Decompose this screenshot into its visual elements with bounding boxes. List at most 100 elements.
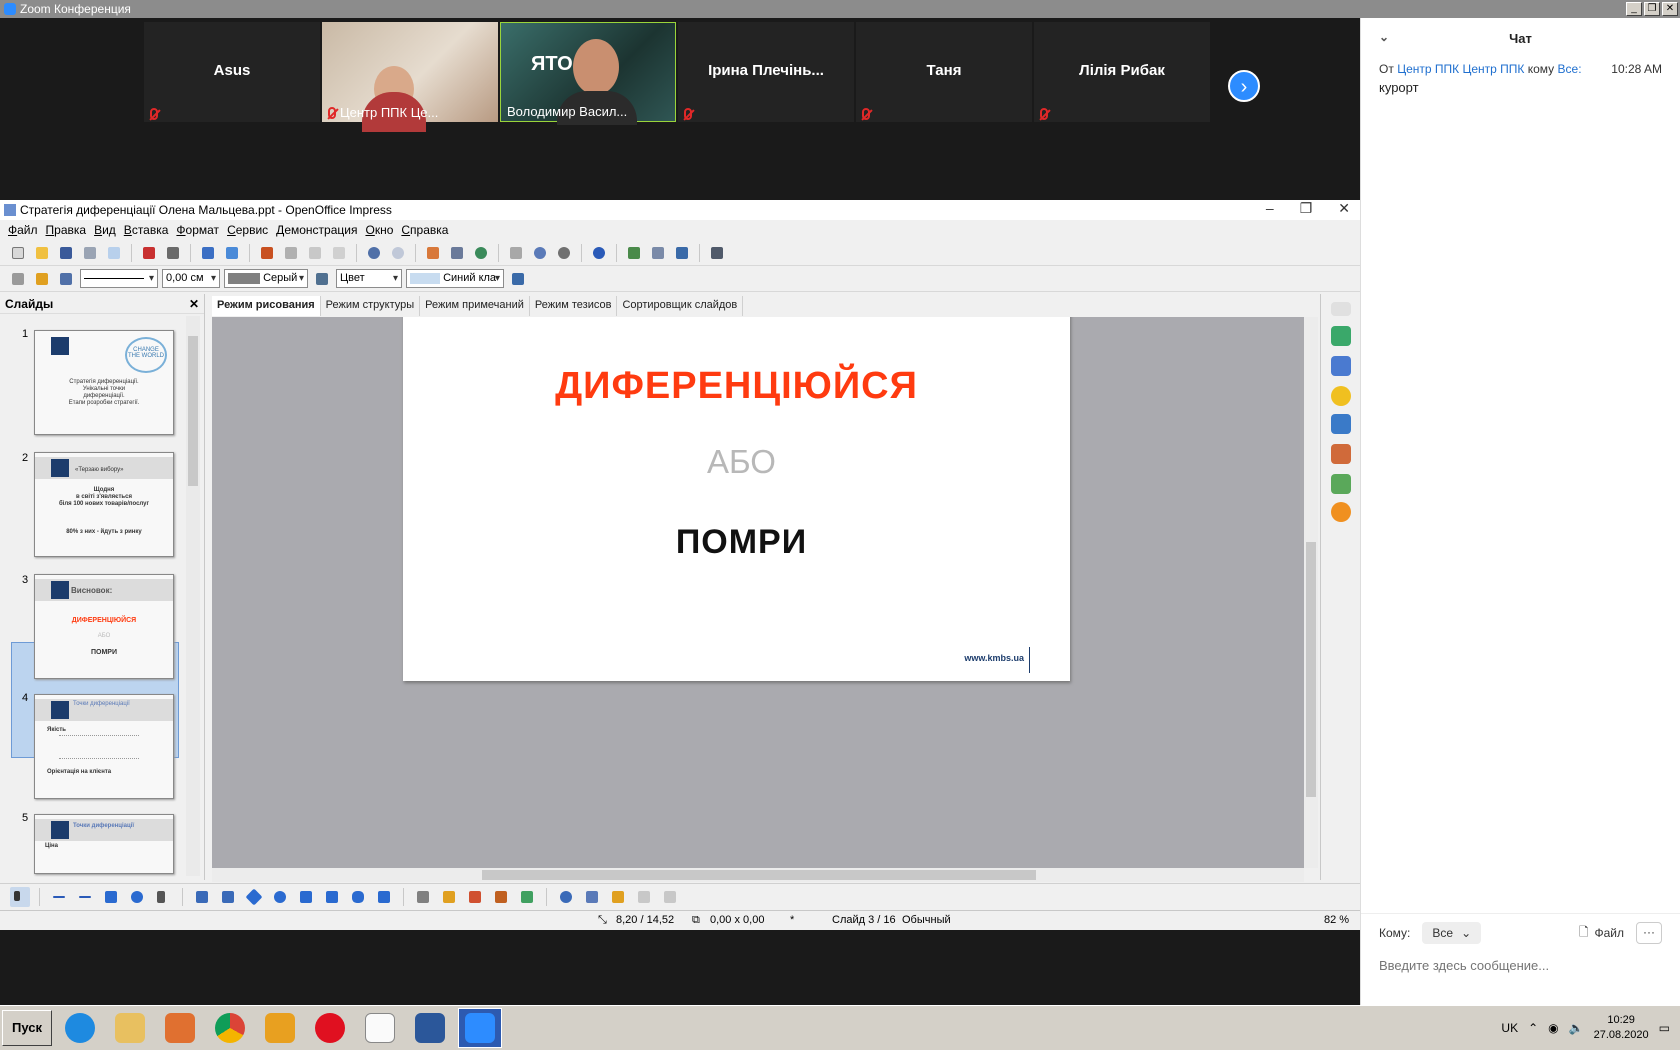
cut-icon[interactable] bbox=[257, 243, 277, 263]
extrusion-icon[interactable] bbox=[634, 887, 654, 907]
rectangle-icon[interactable] bbox=[101, 887, 121, 907]
message-recipient[interactable]: Все: bbox=[1558, 62, 1582, 76]
interaction-icon[interactable] bbox=[660, 887, 680, 907]
file-explorer-icon[interactable] bbox=[108, 1008, 152, 1048]
minimize-icon[interactable]: _ bbox=[1626, 2, 1642, 16]
document-icon[interactable] bbox=[358, 1008, 402, 1048]
scrollbar-thumb[interactable] bbox=[1306, 542, 1316, 797]
close-icon[interactable]: ✕ bbox=[1338, 200, 1350, 217]
line-style-select[interactable] bbox=[80, 269, 158, 288]
chrome-icon[interactable] bbox=[208, 1008, 252, 1048]
area-icon[interactable] bbox=[312, 269, 332, 289]
chevron-down-icon[interactable]: ⌄ bbox=[1379, 30, 1389, 44]
from-file-icon[interactable] bbox=[491, 887, 511, 907]
participant-tile[interactable]: Лілія Рибак bbox=[1034, 22, 1210, 122]
chart-icon[interactable] bbox=[423, 243, 443, 263]
menu-view[interactable]: Вид bbox=[90, 220, 120, 240]
undo-icon[interactable] bbox=[364, 243, 384, 263]
hyperlink-icon[interactable] bbox=[530, 243, 550, 263]
open-icon[interactable] bbox=[32, 243, 52, 263]
chat-input[interactable] bbox=[1379, 958, 1659, 973]
participant-tile[interactable]: Asus bbox=[144, 22, 320, 122]
zoom-app-icon[interactable] bbox=[458, 1008, 502, 1048]
autospellcheck-icon[interactable] bbox=[222, 243, 242, 263]
glue-points-icon[interactable] bbox=[439, 887, 459, 907]
tab-drawing[interactable]: Режим рисования bbox=[212, 296, 321, 316]
print-icon[interactable] bbox=[163, 243, 183, 263]
rotate-icon[interactable] bbox=[556, 887, 576, 907]
canvas-vertical-scrollbar[interactable] bbox=[1304, 317, 1318, 868]
tab-slide-sorter[interactable]: Сортировщик слайдов bbox=[617, 296, 744, 316]
sidebar-menu-icon[interactable] bbox=[1331, 302, 1351, 316]
zoom-icon[interactable] bbox=[554, 243, 574, 263]
menu-help[interactable]: Справка bbox=[397, 220, 452, 240]
curve-icon[interactable] bbox=[192, 887, 212, 907]
navigator-compass-icon[interactable] bbox=[1331, 502, 1351, 522]
star-icon[interactable] bbox=[1331, 386, 1351, 406]
slides-panel-scrollbar[interactable] bbox=[186, 316, 200, 876]
menu-slideshow[interactable]: Демонстрация bbox=[272, 220, 361, 240]
restore-icon[interactable]: ❐ bbox=[1644, 2, 1660, 16]
layouts-icon[interactable] bbox=[1331, 326, 1351, 346]
canvas-horizontal-scrollbar[interactable] bbox=[212, 868, 1304, 882]
line-tool-icon[interactable] bbox=[49, 887, 69, 907]
slideshow-icon[interactable] bbox=[707, 243, 727, 263]
arrange-icon[interactable] bbox=[608, 887, 628, 907]
current-slide[interactable]: ДИФЕРЕНЦІЮЙСЯ АБО ПОМРИ www.kmbs.ua bbox=[403, 317, 1070, 681]
slide-transition-icon[interactable] bbox=[1331, 414, 1351, 434]
participant-video-tile[interactable]: ЯТО Володимир Васил... bbox=[500, 22, 676, 125]
clock[interactable]: 10:29 27.08.2020 bbox=[1594, 1013, 1649, 1043]
slide-thumbnail[interactable]: Точки диференціації Ціна bbox=[34, 814, 174, 874]
navigator-icon[interactable] bbox=[471, 243, 491, 263]
menu-window[interactable]: Окно bbox=[361, 220, 397, 240]
line-icon[interactable] bbox=[32, 269, 52, 289]
slide-canvas[interactable]: ДИФЕРЕНЦІЮЙСЯ АБО ПОМРИ www.kmbs.ua bbox=[212, 317, 1304, 868]
restore-icon[interactable]: ❐ bbox=[1300, 200, 1313, 217]
text-tool-icon[interactable] bbox=[153, 887, 173, 907]
archive-app-icon[interactable] bbox=[258, 1008, 302, 1048]
tray-expand-icon[interactable]: ⌃ bbox=[1528, 1021, 1538, 1035]
close-panel-icon[interactable]: ✕ bbox=[189, 297, 199, 311]
ellipse-icon[interactable] bbox=[127, 887, 147, 907]
recipient-select[interactable]: Все ⌄ bbox=[1422, 922, 1482, 944]
menu-format[interactable]: Формат bbox=[172, 220, 223, 240]
tab-outline[interactable]: Режим структуры bbox=[321, 296, 421, 316]
gallery-icon[interactable] bbox=[1331, 474, 1351, 494]
menu-insert[interactable]: Вставка bbox=[120, 220, 173, 240]
arrow-style-icon[interactable] bbox=[56, 269, 76, 289]
close-icon[interactable]: ✕ bbox=[1662, 2, 1678, 16]
scrollbar-thumb[interactable] bbox=[188, 336, 198, 486]
minimize-icon[interactable]: – bbox=[1266, 200, 1274, 217]
message-sender[interactable]: Центр ППК Центр ППК bbox=[1397, 62, 1524, 76]
stars-icon[interactable] bbox=[374, 887, 394, 907]
align-icon[interactable] bbox=[582, 887, 602, 907]
connector-icon[interactable] bbox=[218, 887, 238, 907]
file-button[interactable]: 🗋 Файл bbox=[1579, 923, 1624, 944]
block-arrows-icon[interactable] bbox=[296, 887, 316, 907]
slide-or-text[interactable]: АБО bbox=[413, 443, 1070, 481]
line-fill-icon[interactable] bbox=[8, 269, 28, 289]
line-width-input[interactable]: 0,00 см bbox=[162, 269, 220, 288]
menu-edit[interactable]: Правка bbox=[42, 220, 91, 240]
next-page-arrow-icon[interactable]: › bbox=[1228, 70, 1260, 102]
callouts-icon[interactable] bbox=[348, 887, 368, 907]
select-pointer-icon[interactable] bbox=[10, 886, 30, 907]
participant-tile[interactable]: Таня bbox=[856, 22, 1032, 122]
more-options-button[interactable]: ··· bbox=[1636, 922, 1662, 944]
spellcheck-icon[interactable] bbox=[198, 243, 218, 263]
flowchart-icon[interactable] bbox=[322, 887, 342, 907]
new-document-icon[interactable] bbox=[8, 243, 28, 263]
table-icon[interactable] bbox=[447, 243, 467, 263]
scrollbar-thumb[interactable] bbox=[482, 870, 1036, 880]
participant-tile[interactable]: Ірина Плечінь... bbox=[678, 22, 854, 122]
participant-video-tile[interactable]: Центр ППК Це... bbox=[322, 22, 498, 132]
custom-animation-icon[interactable] bbox=[1331, 444, 1351, 464]
grid-icon[interactable] bbox=[506, 243, 526, 263]
fontwork-icon[interactable] bbox=[465, 887, 485, 907]
slide-thumbnail[interactable]: Точки диференціації Якість Орієнтація на… bbox=[34, 694, 174, 799]
menu-file[interactable]: Файл bbox=[4, 220, 42, 240]
shadow-icon[interactable] bbox=[508, 269, 528, 289]
paste-icon[interactable] bbox=[305, 243, 325, 263]
export-pdf-icon[interactable] bbox=[139, 243, 159, 263]
basic-shapes-icon[interactable] bbox=[244, 887, 264, 907]
